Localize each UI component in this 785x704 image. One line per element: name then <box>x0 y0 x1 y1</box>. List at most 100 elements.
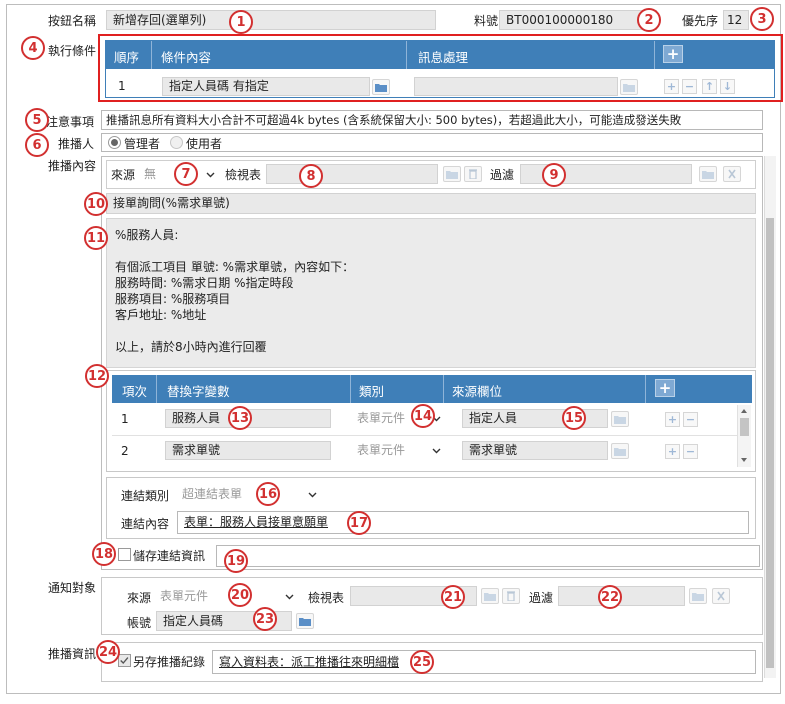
link-content-label: 連結內容 <box>121 517 170 531</box>
scroll-up-icon[interactable] <box>740 407 748 415</box>
folder-icon[interactable] <box>620 79 638 95</box>
callout-badge: 17 <box>347 511 371 535</box>
callout-badge: 1 <box>229 10 253 34</box>
remove-row-icon[interactable]: − <box>683 412 698 427</box>
trash-icon[interactable] <box>464 166 482 182</box>
body-line <box>115 323 354 339</box>
category-select-value: 表單元件 <box>357 443 406 457</box>
add-variable-button[interactable]: + <box>655 379 675 397</box>
source-field[interactable]: 需求單號 <box>462 441 608 460</box>
folder-icon[interactable] <box>443 166 461 182</box>
material-no-field[interactable]: BT000100000180 <box>499 10 657 30</box>
folder-icon[interactable] <box>481 588 499 604</box>
variable-name-field[interactable]: 需求單號 <box>165 441 331 460</box>
condition-message-field[interactable] <box>414 77 618 96</box>
subject-field[interactable]: 接單詢問(%需求單號) <box>106 193 756 214</box>
folder-icon[interactable] <box>611 411 629 427</box>
variable-index: 1 <box>121 412 129 426</box>
exec-conditions-label: 執行條件 <box>48 44 97 58</box>
push-content-label: 推播內容 <box>48 159 97 173</box>
col-variable: 替換字變數 <box>167 384 230 399</box>
callout-badge: 7 <box>174 162 198 186</box>
body-line: 服務項目: %服務項目 <box>115 292 231 306</box>
view-label: 檢視表 <box>225 168 262 182</box>
button-name-field[interactable]: 新增存回(選單列) <box>106 10 436 30</box>
account-label: 帳號 <box>127 616 152 630</box>
add-condition-button[interactable]: + <box>663 45 683 63</box>
folder-icon[interactable] <box>689 588 707 604</box>
source-field[interactable]: 指定人員 <box>462 409 608 428</box>
body-line: 有個派工項目 單號: %需求單號，內容如下： <box>115 260 355 274</box>
body-line <box>115 243 354 259</box>
radio-user[interactable] <box>170 136 183 149</box>
variable-index: 2 <box>121 444 129 458</box>
add-row-icon[interactable]: + <box>665 412 680 427</box>
exec-conditions-table: 順序 條件內容 訊息處理 + 1 指定人員碼 有指定 + − ↑ ↓ <box>105 40 775 98</box>
remove-row-icon[interactable]: − <box>683 444 698 459</box>
chevron-down-icon <box>206 172 215 178</box>
col-category: 類別 <box>359 384 385 399</box>
folder-icon[interactable] <box>699 166 717 182</box>
radio-admin[interactable] <box>108 136 121 149</box>
callout-badge: 18 <box>92 542 116 566</box>
scroll-down-icon[interactable] <box>740 456 748 464</box>
add-row-icon[interactable]: + <box>664 79 679 94</box>
body-line: 以上，請於8小時內進行回覆 <box>115 340 267 354</box>
callout-badge: 19 <box>224 549 248 573</box>
callout-badge: 3 <box>750 7 774 31</box>
chevron-down-icon <box>308 492 317 498</box>
callout-badge: 22 <box>598 585 622 609</box>
callout-badge: 5 <box>25 108 49 132</box>
save-link-field[interactable] <box>216 545 760 567</box>
body-textarea[interactable]: %服務人員: 有個派工項目 單號: %需求單號，內容如下： 服務時間: %需求日… <box>106 218 756 368</box>
callout-badge: 6 <box>25 133 49 157</box>
priority-field[interactable]: 12 <box>723 10 749 30</box>
page-scrollbar-thumb[interactable] <box>766 218 774 668</box>
col-condition: 條件內容 <box>161 50 212 65</box>
trash-icon[interactable] <box>502 588 520 604</box>
callout-badge: 25 <box>410 650 434 674</box>
folder-icon[interactable] <box>296 613 314 629</box>
condition-content-field[interactable]: 指定人員碼 有指定 <box>162 77 370 96</box>
callout-badge: 10 <box>84 192 108 216</box>
link-content-field[interactable]: 表單：服務人員接單意願單 <box>177 511 749 534</box>
callout-badge: 16 <box>256 482 280 506</box>
notice-text: 推播訊息所有資料大小合計不可超過4k bytes (含系統保留大小: 500 b… <box>101 110 763 130</box>
close-icon[interactable] <box>723 166 741 182</box>
col-order: 順序 <box>114 50 140 65</box>
save-record-checkbox[interactable] <box>118 654 131 667</box>
variables-scrollbar-thumb[interactable] <box>740 418 749 436</box>
link-type-value: 超連結表單 <box>182 487 243 501</box>
callout-badge: 24 <box>96 640 120 664</box>
category-select[interactable]: 表單元件 <box>353 440 443 460</box>
folder-icon[interactable] <box>372 79 390 95</box>
material-no-label: 料號 <box>474 14 499 28</box>
add-row-icon[interactable]: + <box>665 444 680 459</box>
callout-badge: 20 <box>228 583 252 607</box>
link-type-select[interactable]: 超連結表單 <box>178 484 323 504</box>
priority-label: 優先序 <box>682 14 719 28</box>
remove-row-icon[interactable]: − <box>682 79 697 94</box>
folder-icon[interactable] <box>611 443 629 459</box>
radio-admin-label: 管理者 <box>124 137 161 151</box>
notify-label: 通知對象 <box>48 581 97 595</box>
save-link-checkbox[interactable] <box>118 548 131 561</box>
callout-badge: 13 <box>228 406 252 430</box>
notify-view-label: 檢視表 <box>308 591 345 605</box>
move-up-icon[interactable]: ↑ <box>702 79 717 94</box>
callout-badge: 2 <box>637 8 661 32</box>
record-field[interactable]: 寫入資料表：派工推播往來明細檔 <box>212 650 756 674</box>
close-icon[interactable] <box>712 588 730 604</box>
notify-source-value: 表單元件 <box>160 589 209 603</box>
col-message: 訊息處理 <box>418 50 469 65</box>
category-select-value: 表單元件 <box>357 411 406 425</box>
move-down-icon[interactable]: ↓ <box>720 79 735 94</box>
link-type-label: 連結類別 <box>121 489 170 503</box>
callout-badge: 4 <box>21 36 45 60</box>
callout-badge: 14 <box>411 404 435 428</box>
save-link-label: 儲存連結資訊 <box>133 549 206 563</box>
body-line: %服務人員: <box>115 228 179 242</box>
view-field[interactable] <box>266 164 438 184</box>
push-info-label: 推播資訊 <box>48 647 97 661</box>
notify-source-select[interactable]: 表單元件 <box>156 586 296 606</box>
